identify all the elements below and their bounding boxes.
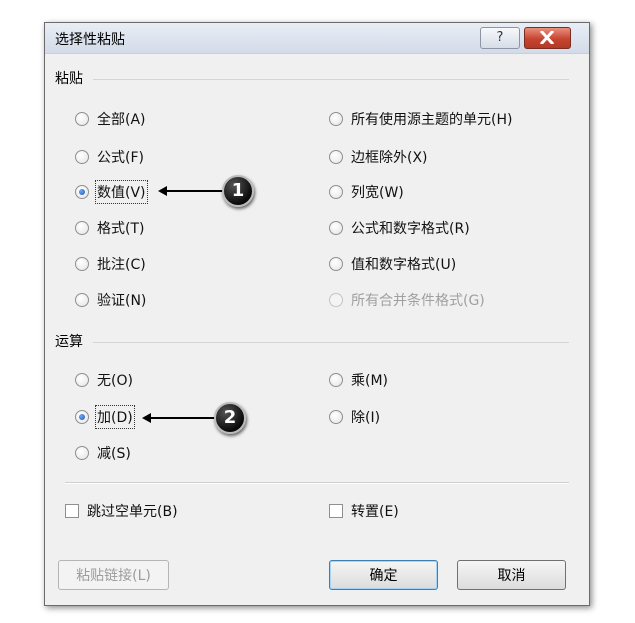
radio-label: 无(O) xyxy=(97,373,133,389)
radio-paste-formats[interactable]: 格式(T) xyxy=(75,216,144,240)
title-bar: 选择性粘贴 ? xyxy=(45,23,589,54)
operation-section-line xyxy=(93,342,569,343)
radio-all-except-borders[interactable]: 边框除外(X) xyxy=(329,145,428,169)
radio-label: 减(S) xyxy=(97,446,131,462)
radio-values-and-number-formats[interactable]: 值和数字格式(U) xyxy=(329,252,456,276)
radio-icon xyxy=(329,293,343,307)
radio-label: 所有合并条件格式(G) xyxy=(351,293,485,309)
radio-paste-all[interactable]: 全部(A) xyxy=(75,107,146,131)
callout-2-line xyxy=(150,417,216,419)
radio-checked-icon xyxy=(75,185,89,199)
paste-link-button: 粘贴链接(L) xyxy=(58,560,169,590)
options-divider xyxy=(65,482,569,484)
radio-icon xyxy=(75,446,89,460)
radio-icon xyxy=(329,185,343,199)
close-icon xyxy=(540,31,554,44)
radio-label: 加(D) xyxy=(95,405,135,429)
radio-icon xyxy=(329,112,343,126)
radio-label: 验证(N) xyxy=(97,293,147,309)
radio-label: 除(I) xyxy=(351,410,381,426)
help-button[interactable]: ? xyxy=(480,27,520,49)
radio-icon xyxy=(329,257,343,271)
checkbox-icon xyxy=(65,504,79,518)
radio-label: 乘(M) xyxy=(351,373,389,389)
checkbox-icon xyxy=(329,504,343,518)
radio-icon xyxy=(75,150,89,164)
radio-checked-icon xyxy=(75,410,89,424)
radio-icon xyxy=(75,221,89,235)
dialog-title: 选择性粘贴 xyxy=(55,32,125,48)
paste-section-line xyxy=(93,79,569,80)
checkbox-label: 转置(E) xyxy=(351,504,399,520)
radio-label: 所有使用源主题的单元(H) xyxy=(351,112,513,128)
radio-label: 数值(V) xyxy=(95,180,148,204)
close-button[interactable] xyxy=(524,27,571,49)
operation-section-label: 运算 xyxy=(55,334,83,350)
radio-icon xyxy=(75,257,89,271)
radio-icon xyxy=(329,221,343,235)
radio-op-subtract[interactable]: 减(S) xyxy=(75,441,131,465)
paste-section-label: 粘贴 xyxy=(55,71,83,87)
radio-icon xyxy=(75,373,89,387)
cancel-button[interactable]: 取消 xyxy=(457,560,566,590)
radio-op-divide[interactable]: 除(I) xyxy=(329,405,380,429)
checkbox-transpose[interactable]: 转置(E) xyxy=(329,499,399,523)
radio-icon xyxy=(329,410,343,424)
radio-icon xyxy=(329,150,343,164)
radio-label: 公式(F) xyxy=(97,150,144,166)
callout-badge-1: 1 xyxy=(222,175,254,207)
radio-formulas-and-number-formats[interactable]: 公式和数字格式(R) xyxy=(329,216,470,240)
checkbox-skip-blanks[interactable]: 跳过空单元(B) xyxy=(65,499,178,523)
radio-paste-validation[interactable]: 验证(N) xyxy=(75,288,146,312)
radio-op-multiply[interactable]: 乘(M) xyxy=(329,368,388,392)
radio-op-add[interactable]: 加(D) xyxy=(75,405,135,429)
radio-label: 边框除外(X) xyxy=(351,150,428,166)
paste-special-dialog: 选择性粘贴 ? 粘贴 全部(A) 公式(F) 数值(V) 格式(T) 批注(C)… xyxy=(44,22,590,606)
radio-label: 列宽(W) xyxy=(351,185,404,201)
callout-1-line xyxy=(166,190,224,192)
radio-column-widths[interactable]: 列宽(W) xyxy=(329,180,404,204)
radio-paste-comments[interactable]: 批注(C) xyxy=(75,252,146,276)
radio-icon xyxy=(75,112,89,126)
radio-op-none[interactable]: 无(O) xyxy=(75,368,133,392)
radio-label: 值和数字格式(U) xyxy=(351,257,457,273)
radio-paste-formulas[interactable]: 公式(F) xyxy=(75,145,144,169)
radio-label: 格式(T) xyxy=(97,221,145,237)
checkbox-label: 跳过空单元(B) xyxy=(87,504,178,520)
radio-all-merging-conditional-formats: 所有合并条件格式(G) xyxy=(329,288,485,312)
radio-all-using-source-theme[interactable]: 所有使用源主题的单元(H) xyxy=(329,107,512,131)
ok-button[interactable]: 确定 xyxy=(329,560,438,590)
radio-icon xyxy=(75,293,89,307)
radio-paste-values[interactable]: 数值(V) xyxy=(75,180,148,204)
radio-icon xyxy=(329,373,343,387)
callout-badge-2: 2 xyxy=(214,402,246,434)
radio-label: 公式和数字格式(R) xyxy=(351,221,470,237)
radio-label: 全部(A) xyxy=(97,112,146,128)
radio-label: 批注(C) xyxy=(97,257,146,273)
